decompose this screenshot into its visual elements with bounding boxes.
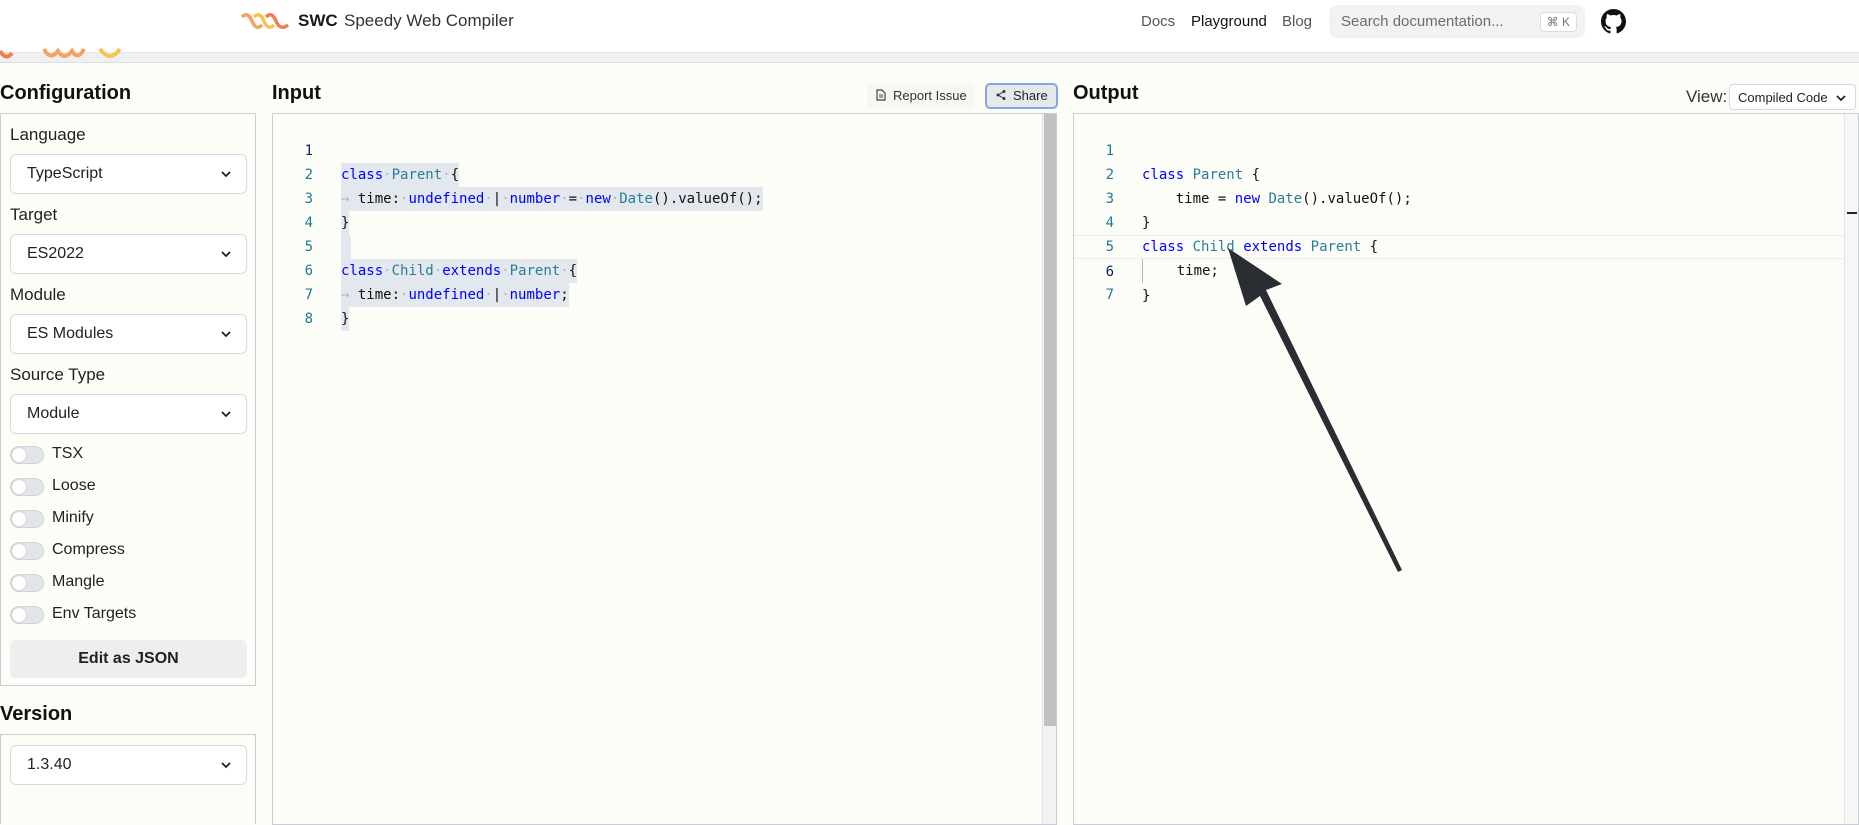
code-line: 2 → time:·undefined·|·number·=·new·Date(… xyxy=(273,139,1056,211)
toggle-switch[interactable] xyxy=(10,574,44,592)
code-line: 1 class·Parent·{ xyxy=(273,115,1056,187)
output-title: Output xyxy=(1073,82,1139,104)
source-type-value: Module xyxy=(27,405,80,422)
edit-as-json-button[interactable]: Edit as JSON xyxy=(10,640,247,678)
scrollbar-cursor-marker xyxy=(1847,212,1857,214)
github-icon[interactable] xyxy=(1601,9,1626,34)
line-number: 7 xyxy=(1105,287,1114,303)
language-value: TypeScript xyxy=(27,165,103,182)
input-vertical-scrollbar[interactable] xyxy=(1042,114,1056,824)
toggle-knob xyxy=(12,448,26,462)
version-value: 1.3.40 xyxy=(27,756,72,773)
view-label: View: xyxy=(1686,87,1728,106)
report-issue-label: Report Issue xyxy=(893,88,967,103)
code-line: 5 class·Child·extends·Parent·{ xyxy=(273,211,1056,283)
toggle-switch[interactable] xyxy=(10,446,44,464)
target-label: Target xyxy=(10,205,58,224)
chevron-down-icon xyxy=(221,251,231,258)
source-type-select[interactable]: Module xyxy=(10,394,247,434)
share-icon xyxy=(996,90,1006,100)
view-value: Compiled Code xyxy=(1738,90,1828,105)
share-button[interactable]: Share xyxy=(985,83,1058,109)
toggle-knob xyxy=(12,608,26,622)
output-vertical-scrollbar[interactable] xyxy=(1844,114,1858,824)
annotation-arrow-icon xyxy=(1228,248,1402,572)
chevron-down-icon xyxy=(1836,95,1846,102)
toggle-label: Compress xyxy=(52,541,125,558)
toggle-switch[interactable] xyxy=(10,606,44,624)
line-number: 8 xyxy=(304,311,313,327)
chevron-down-icon xyxy=(221,411,231,418)
code-line: 4 xyxy=(273,187,1056,259)
toggle-knob xyxy=(12,576,26,590)
version-title: Version xyxy=(0,703,73,725)
toggle-knob xyxy=(12,480,26,494)
toggle-label: Minify xyxy=(52,509,94,526)
nav-blog[interactable]: Blog xyxy=(1282,13,1312,30)
source-type-label: Source Type xyxy=(10,365,106,384)
code-line: 1 class Parent { xyxy=(1074,115,1858,183)
module-value: ES Modules xyxy=(27,325,114,342)
swc-logo-icon[interactable] xyxy=(240,9,292,33)
target-select[interactable]: ES2022 xyxy=(10,234,247,274)
output-editor[interactable]: 1 class Parent { 2 time = new Date().val… xyxy=(1073,113,1859,825)
decorative-logo-strip xyxy=(0,47,122,59)
code-line: 6 → time:·undefined·|·number; xyxy=(273,235,1056,307)
toggle-label: Env Targets xyxy=(52,605,137,622)
code-line: 8 xyxy=(273,283,1056,327)
toggle-label: Loose xyxy=(52,477,96,494)
nav-playground[interactable]: Playground xyxy=(1191,13,1267,30)
configuration-panel: Language TypeScript Target ES2022 Module… xyxy=(0,113,256,686)
toggle-switch[interactable] xyxy=(10,542,44,560)
version-select[interactable]: 1.3.40 xyxy=(10,745,247,785)
toggle-label: Mangle xyxy=(52,573,105,590)
view-select[interactable]: Compiled Code xyxy=(1729,84,1856,110)
toggle-knob xyxy=(12,512,26,526)
code-line: 5 time; xyxy=(1074,211,1858,283)
chevron-down-icon xyxy=(221,171,231,178)
toggle-label: TSX xyxy=(52,445,84,462)
search-placeholder: Search documentation... xyxy=(1341,13,1504,30)
toggle-switch[interactable] xyxy=(10,510,44,528)
brand-subtitle[interactable]: Speedy Web Compiler xyxy=(344,11,514,31)
version-panel: 1.3.40 xyxy=(0,734,256,824)
input-editor[interactable]: 1 class·Parent·{ 2 → time:·undefined·|·n… xyxy=(272,113,1057,825)
code-line: 7 xyxy=(1074,259,1858,303)
configuration-title: Configuration xyxy=(0,82,132,104)
code-text: } xyxy=(341,307,350,331)
chevron-down-icon xyxy=(221,331,231,338)
input-title: Input xyxy=(272,82,321,104)
target-value: ES2022 xyxy=(27,245,84,262)
toggle-knob xyxy=(12,544,26,558)
top-navbar: SWC Speedy Web Compiler Docs Playground … xyxy=(0,0,1859,53)
module-select[interactable]: ES Modules xyxy=(10,314,247,354)
language-label: Language xyxy=(10,125,86,144)
scrollbar-thumb[interactable] xyxy=(1044,114,1056,726)
chevron-down-icon xyxy=(221,762,231,769)
code-line-current: 6 } xyxy=(1074,235,1858,304)
module-label: Module xyxy=(10,285,66,304)
code-line: 3 } xyxy=(1074,163,1858,231)
nav-docs[interactable]: Docs xyxy=(1141,13,1175,30)
subheader-strip xyxy=(0,53,1859,63)
document-icon xyxy=(876,89,886,101)
code-line: 3 } xyxy=(273,163,1056,235)
code-line: 4 class Child extends Parent { xyxy=(1074,187,1858,255)
toggle-switch[interactable] xyxy=(10,478,44,496)
share-label: Share xyxy=(1013,88,1048,103)
code-text: } xyxy=(1142,288,1151,304)
code-line: 2 time = new Date().valueOf(); xyxy=(1074,139,1858,207)
language-select[interactable]: TypeScript xyxy=(10,154,247,194)
search-input[interactable]: Search documentation... ⌘ K xyxy=(1329,5,1585,38)
brand-name[interactable]: SWC xyxy=(298,11,338,31)
search-shortcut-badge: ⌘ K xyxy=(1539,12,1577,32)
report-issue-button[interactable]: Report Issue xyxy=(867,83,975,109)
code-line: 7 } xyxy=(273,259,1056,331)
